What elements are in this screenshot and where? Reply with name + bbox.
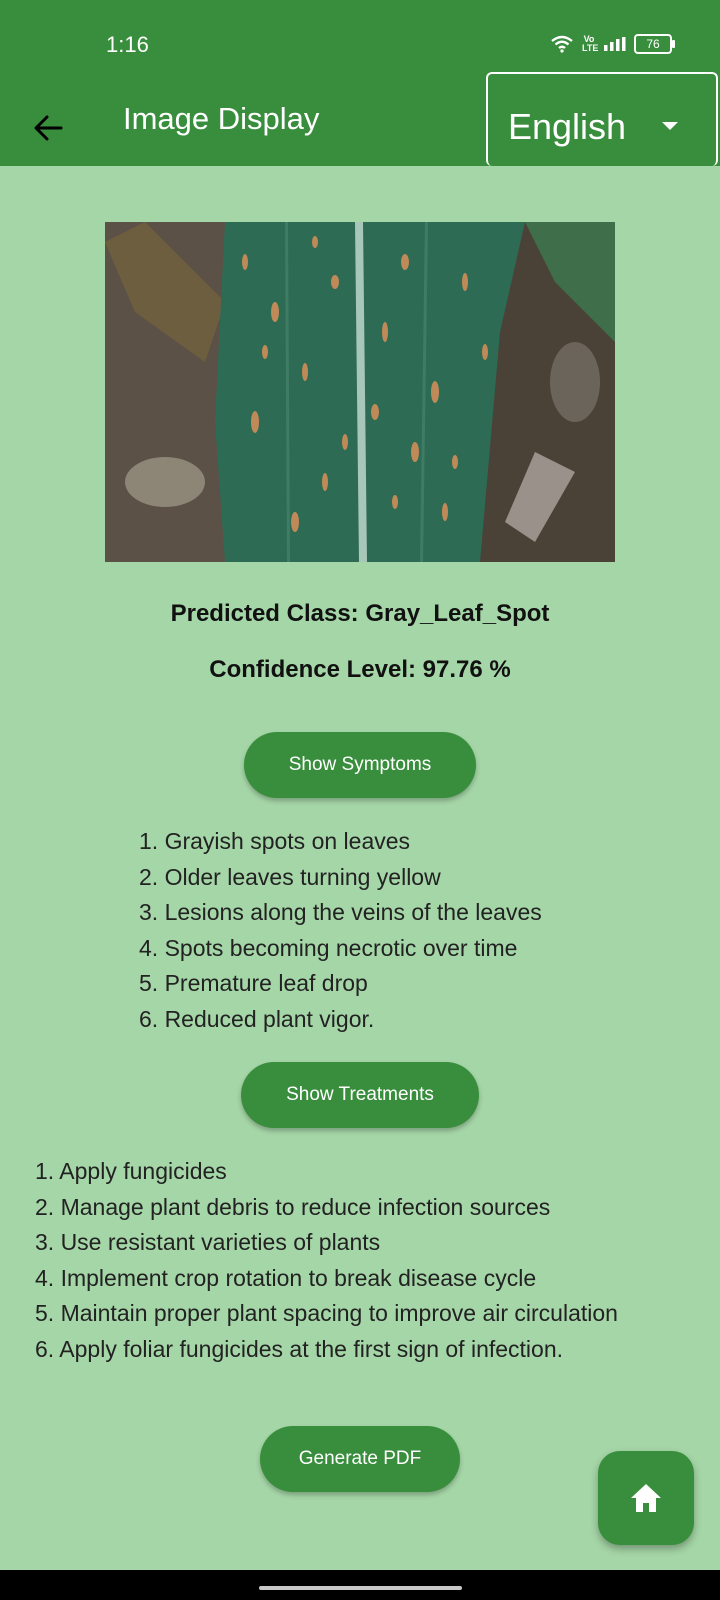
list-item: 5. Premature leaf drop: [139, 970, 368, 996]
home-button[interactable]: [598, 1451, 694, 1545]
battery-level: 76: [646, 37, 660, 51]
language-dropdown[interactable]: English: [486, 72, 718, 166]
signal-icon: [604, 37, 626, 51]
list-item: 2. Older leaves turning yellow: [139, 863, 441, 890]
show-treatments-button[interactable]: Show Treatments: [241, 1062, 479, 1128]
arrow-left-icon: [34, 115, 63, 141]
predicted-class-text: Predicted Class: Gray_Leaf_Spot: [170, 600, 550, 627]
list-item: 2. Manage plant debris to reduce infecti…: [35, 1193, 551, 1220]
symptoms-list: 1. Grayish spots on leaves 2. Older leav…: [139, 824, 542, 1037]
list-item: 3. Lesions along the veins of the leaves: [139, 899, 542, 925]
battery-icon: 76: [634, 34, 675, 54]
list-item: 4. Implement crop rotation to break dise…: [35, 1264, 537, 1291]
list-item: 1. Grayish spots on leaves: [139, 828, 411, 854]
list-item: 5. Maintain proper plant spacing to impr…: [35, 1300, 618, 1326]
leaf-image: [105, 222, 615, 562]
gesture-handle[interactable]: [259, 1586, 462, 1590]
confidence-text: Confidence Level: 97.76 %: [209, 656, 511, 683]
treatments-list: 1. Apply fungicides 2. Manage plant debr…: [35, 1154, 618, 1367]
volte-icon: Vo LTE: [582, 34, 599, 53]
page-title: Image Display: [123, 101, 320, 136]
list-item: 1. Apply fungicides: [35, 1158, 227, 1184]
show-symptoms-button[interactable]: Show Symptoms: [244, 732, 476, 798]
back-button[interactable]: [28, 106, 72, 150]
chevron-down-icon: [662, 122, 678, 130]
generate-pdf-button[interactable]: Generate PDF: [260, 1426, 460, 1492]
list-item: 4. Spots becoming necrotic over time: [139, 934, 518, 961]
list-item: 6. Reduced plant vigor.: [139, 1005, 375, 1032]
list-item: 3. Use resistant varieties of plants: [35, 1229, 381, 1255]
home-icon: [631, 1484, 661, 1512]
status-time: 1:16: [106, 32, 149, 57]
app-bar: Image Display English: [0, 72, 720, 166]
wifi-icon: [551, 35, 573, 53]
status-icons: Vo LTE 76: [550, 34, 675, 54]
language-value: English: [508, 106, 627, 147]
list-item: 6. Apply foliar fungicides at the first …: [35, 1335, 564, 1362]
system-nav-bar: [0, 1570, 720, 1600]
